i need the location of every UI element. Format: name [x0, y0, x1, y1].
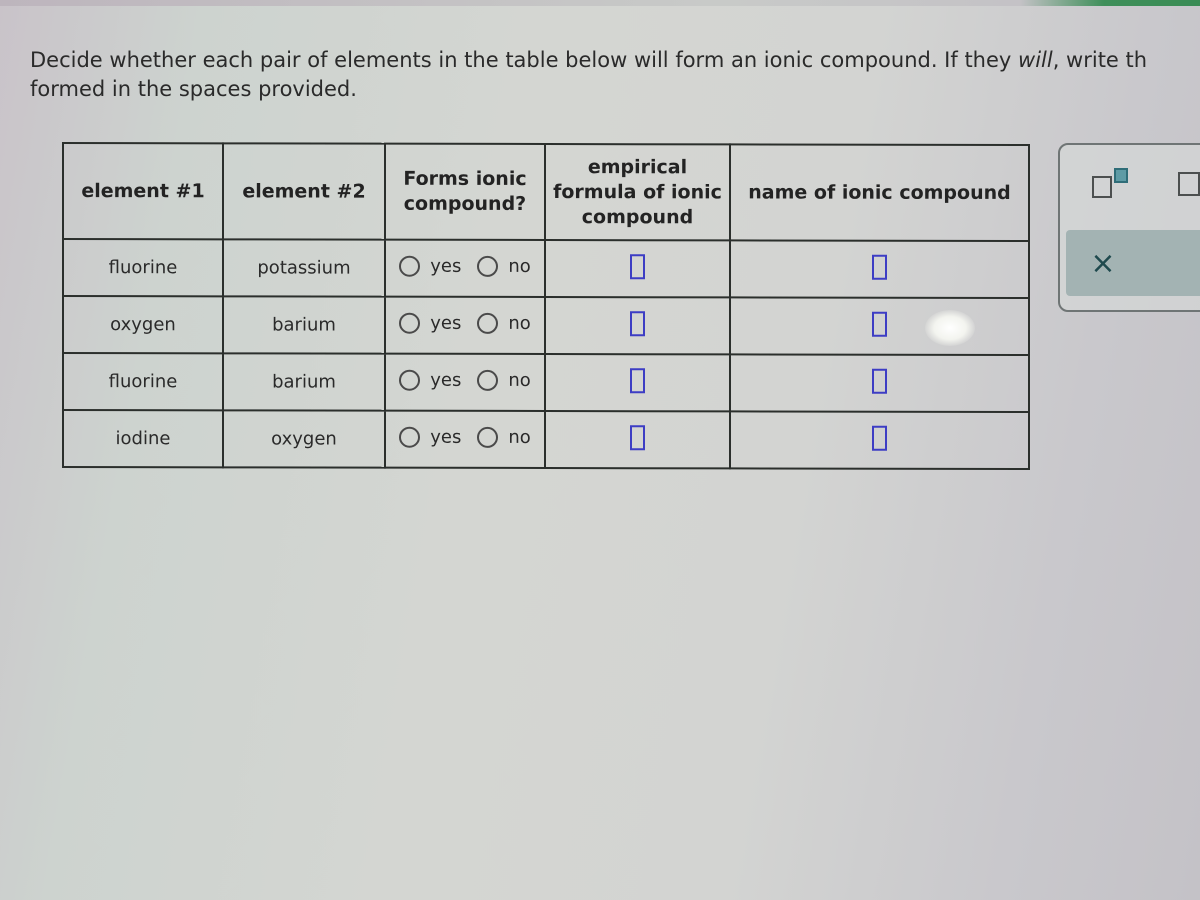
- radio-no[interactable]: no: [477, 426, 531, 448]
- clear-button[interactable]: ×: [1066, 230, 1200, 296]
- formula-cell: [545, 354, 730, 412]
- forms-ionic-radio-group: yes no: [391, 312, 539, 333]
- header-formula-line1: empirical: [587, 155, 688, 178]
- radio-yes-label: yes: [430, 312, 462, 334]
- close-icon: ×: [1090, 245, 1116, 281]
- compound-name-input[interactable]: [872, 368, 887, 394]
- radio-circle-icon: [477, 369, 499, 391]
- header-forms-ionic-line2: compound?: [403, 192, 527, 215]
- formula-input[interactable]: [630, 367, 645, 393]
- element-1-cell: oxygen: [63, 296, 223, 354]
- formula-input[interactable]: [630, 253, 645, 279]
- instructions-part2: , write th: [1052, 48, 1148, 72]
- header-element-1: element #1: [63, 143, 223, 240]
- radio-no[interactable]: no: [477, 369, 531, 391]
- radio-circle-icon: [477, 312, 499, 334]
- element-1-cell: fluorine: [63, 353, 223, 411]
- header-row: element #1 element #2 Forms ionic compou…: [63, 143, 1029, 242]
- header-empirical-formula: empirical formula of ionic compound: [545, 144, 730, 241]
- table-row: oxygen barium yes no: [63, 296, 1029, 356]
- forms-ionic-cell: yes no: [385, 353, 545, 412]
- formula-cell: [545, 411, 730, 469]
- radio-no[interactable]: no: [477, 255, 531, 277]
- compound-name-cell: [730, 411, 1029, 470]
- radio-circle-icon: [477, 426, 499, 448]
- radio-yes[interactable]: yes: [399, 426, 461, 447]
- superscript-base-icon: [1092, 176, 1112, 198]
- radio-yes-label: yes: [430, 255, 462, 277]
- table-row: fluorine potassium yes no: [63, 239, 1029, 299]
- forms-ionic-cell: yes no: [385, 410, 545, 469]
- radio-no-label: no: [508, 426, 531, 448]
- radio-circle-icon: [399, 312, 421, 334]
- radio-no-label: no: [508, 255, 531, 277]
- radio-circle-icon: [477, 255, 499, 277]
- radio-no-label: no: [508, 369, 531, 391]
- compound-name-cell: [730, 240, 1029, 299]
- box-button[interactable]: [1178, 172, 1200, 196]
- element-2-cell: barium: [223, 353, 385, 411]
- radio-circle-icon: [399, 426, 421, 448]
- compound-name-input[interactable]: [872, 254, 887, 280]
- element-1-cell: iodine: [63, 410, 223, 468]
- header-formula-line3: compound: [581, 205, 694, 228]
- radio-yes[interactable]: yes: [399, 255, 461, 276]
- compound-name-input[interactable]: [872, 425, 887, 451]
- radio-circle-icon: [399, 369, 421, 391]
- forms-ionic-cell: yes no: [385, 296, 545, 355]
- instructions-text: Decide whether each pair of elements in …: [30, 46, 1200, 104]
- header-forms-ionic: Forms ionic compound?: [385, 143, 545, 241]
- instructions-line2: formed in the spaces provided.: [30, 77, 357, 101]
- top-accent-bar: [0, 0, 1200, 6]
- table-row: fluorine barium yes no: [63, 353, 1029, 413]
- header-compound-name: name of ionic compound: [730, 144, 1029, 242]
- forms-ionic-radio-group: yes no: [391, 426, 539, 447]
- forms-ionic-cell: yes no: [385, 239, 545, 298]
- element-2-cell: oxygen: [223, 410, 385, 468]
- radio-no-label: no: [508, 312, 531, 334]
- radio-yes-label: yes: [430, 426, 462, 448]
- table-row: iodine oxygen yes no: [63, 410, 1029, 470]
- compound-name-input[interactable]: [872, 311, 887, 337]
- header-forms-ionic-line1: Forms ionic: [403, 167, 527, 190]
- formula-input[interactable]: [630, 310, 645, 336]
- ionic-compound-table: element #1 element #2 Forms ionic compou…: [62, 142, 1029, 470]
- formula-cell: [545, 297, 730, 355]
- header-formula-line2: formula of ionic: [553, 180, 722, 203]
- radio-no[interactable]: no: [477, 312, 531, 334]
- compound-name-cell: [730, 297, 1029, 356]
- element-2-cell: barium: [223, 296, 385, 354]
- compound-name-cell: [730, 354, 1029, 413]
- radio-yes[interactable]: yes: [399, 369, 461, 390]
- element-2-cell: potassium: [223, 239, 385, 297]
- superscript-exponent-icon: [1114, 168, 1128, 183]
- instructions-part1: Decide whether each pair of elements in …: [30, 48, 1019, 72]
- radio-yes-label: yes: [430, 369, 462, 391]
- radio-yes[interactable]: yes: [399, 312, 461, 333]
- header-element-2: element #2: [223, 143, 385, 240]
- formula-input[interactable]: [630, 424, 645, 450]
- superscript-button[interactable]: [1090, 168, 1128, 198]
- radio-circle-icon: [399, 255, 421, 277]
- element-1-cell: fluorine: [63, 239, 223, 297]
- forms-ionic-radio-group: yes no: [391, 369, 539, 390]
- instructions-emphasis: will: [1018, 48, 1053, 72]
- formula-cell: [545, 240, 730, 298]
- forms-ionic-radio-group: yes no: [391, 255, 539, 276]
